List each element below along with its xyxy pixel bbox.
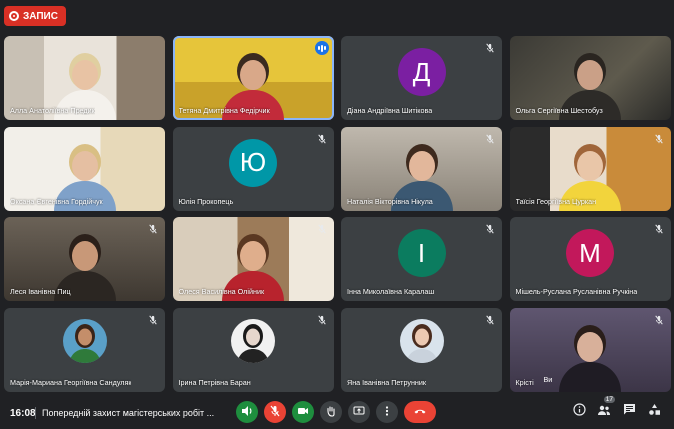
mic-off-icon bbox=[484, 133, 496, 145]
speaker-icon bbox=[241, 405, 253, 420]
mic-off-icon bbox=[316, 133, 328, 145]
mic-toggle-button[interactable] bbox=[264, 401, 286, 423]
self-view-label: Ви bbox=[543, 374, 553, 384]
speaking-indicator-icon bbox=[314, 41, 329, 55]
recording-badge[interactable]: ЗАПИС bbox=[4, 6, 66, 26]
mic-off-icon bbox=[653, 133, 665, 145]
hand-icon bbox=[325, 405, 337, 420]
participant-tile[interactable]: Леся Іванівна Пиц bbox=[4, 217, 165, 301]
participant-tile[interactable]: Ольга Сергіївна Шестобуз bbox=[509, 36, 671, 120]
present-button[interactable] bbox=[348, 401, 370, 423]
participant-avatar: Ю bbox=[229, 138, 277, 187]
participant-name: Крісті bbox=[515, 377, 534, 387]
chat-icon bbox=[623, 403, 636, 419]
record-icon bbox=[9, 11, 19, 21]
divider bbox=[35, 407, 36, 419]
mic-off-icon bbox=[316, 314, 328, 326]
recording-label: ЗАПИС bbox=[23, 10, 58, 22]
participant-name: Інна Миколаївна Каралаш bbox=[347, 287, 435, 296]
participant-photo-avatar bbox=[231, 319, 275, 364]
participant-tile[interactable]: І Інна Миколаївна Каралаш bbox=[341, 217, 502, 301]
participant-tile[interactable]: Марія-Мариана Георгіївна Сандуляк bbox=[4, 307, 165, 392]
participant-tile[interactable]: Тетяна Дмитрівна Федірчик bbox=[172, 36, 334, 120]
info-icon bbox=[572, 403, 586, 419]
participant-name: Олеся Василівна Олійник bbox=[178, 287, 265, 296]
mic-off-icon bbox=[484, 223, 496, 235]
participant-name: Леся Іванівна Пиц bbox=[10, 287, 71, 296]
activities-button[interactable] bbox=[646, 403, 662, 419]
mic-off-icon bbox=[269, 405, 281, 420]
bottom-toolbar: 16:08 Попередній захист магістерських ро… bbox=[0, 396, 674, 429]
participant-name: Алла Анатоліївна Предик bbox=[10, 106, 95, 115]
participant-avatar: І bbox=[397, 229, 446, 278]
mic-off-icon bbox=[147, 314, 159, 326]
mic-off-icon bbox=[653, 223, 665, 235]
participant-name: Мішель-Руслана Русланівна Ручкіна bbox=[515, 287, 638, 296]
participant-tile[interactable]: Алла Анатоліївна Предик bbox=[4, 36, 165, 120]
people-icon bbox=[597, 404, 611, 419]
call-controls bbox=[236, 401, 436, 423]
people-button[interactable]: 17 bbox=[596, 396, 615, 419]
mic-off-icon bbox=[484, 314, 496, 326]
clock: 16:08 bbox=[10, 407, 36, 419]
participant-name: Ольга Сергіївна Шестобуз bbox=[515, 106, 603, 115]
participant-photo-avatar bbox=[399, 319, 444, 364]
participant-tile[interactable]: Д Діана Андріївна Шитікова bbox=[341, 36, 502, 120]
side-panel-icons: 17 bbox=[571, 396, 662, 419]
participant-photo-avatar bbox=[62, 319, 107, 364]
raise-hand-button[interactable] bbox=[320, 401, 342, 423]
participant-name: Тетяна Дмитрівна Федірчик bbox=[178, 106, 270, 115]
chat-button[interactable] bbox=[621, 403, 637, 419]
activities-icon bbox=[648, 403, 661, 419]
mic-off-icon bbox=[653, 314, 665, 326]
participant-name: Марія-Мариана Георгіївна Сандуляк bbox=[10, 377, 132, 387]
participant-video bbox=[555, 328, 625, 392]
participant-tile[interactable]: Таїсія Георгіївна Цуркан bbox=[509, 126, 671, 211]
present-screen-icon bbox=[353, 405, 365, 420]
leave-call-button[interactable] bbox=[404, 401, 436, 423]
participant-name: Оксана Євгенівна Гордійчук bbox=[10, 196, 103, 206]
more-options-button[interactable] bbox=[376, 401, 398, 423]
people-count-badge: 17 bbox=[603, 396, 615, 403]
participant-tile[interactable]: Ірина Петрівна Баран bbox=[172, 307, 334, 392]
mic-off-icon bbox=[147, 223, 159, 235]
participant-avatar: М bbox=[566, 229, 614, 278]
speaker-button[interactable] bbox=[236, 401, 258, 423]
participant-name: Юлія Прокопець bbox=[178, 196, 234, 206]
camera-toggle-button[interactable] bbox=[292, 401, 314, 423]
hang-up-icon bbox=[413, 405, 427, 420]
camera-icon bbox=[297, 405, 309, 420]
info-button[interactable] bbox=[571, 403, 587, 419]
participant-tile[interactable]: Яна Іванівна Петрунник bbox=[341, 307, 502, 392]
mic-off-icon bbox=[484, 42, 496, 54]
participant-name: Ірина Петрівна Баран bbox=[178, 377, 251, 387]
participant-tile[interactable]: Наталія Вікторівна Нікула bbox=[341, 126, 502, 211]
participant-name: Діана Андріївна Шитікова bbox=[347, 106, 433, 115]
participant-grid: Алла Анатоліївна Предик Тетяна Дмитрівна … bbox=[4, 36, 671, 392]
meeting-title[interactable]: Попередній захист магістерських робіт ..… bbox=[42, 408, 214, 418]
participant-name: Таїсія Георгіївна Цуркан bbox=[515, 196, 597, 206]
participant-tile[interactable]: Ви Крісті bbox=[509, 307, 671, 392]
participant-name: Наталія Вікторівна Нікула bbox=[347, 196, 433, 206]
more-vert-icon bbox=[381, 405, 393, 420]
participant-tile[interactable]: Олеся Василівна Олійник bbox=[172, 217, 334, 301]
mic-off-icon bbox=[316, 223, 328, 235]
participant-tile[interactable]: М Мішель-Руслана Русланівна Ручкіна bbox=[509, 217, 671, 301]
participant-tile[interactable]: Оксана Євгенівна Гордійчук bbox=[4, 126, 165, 211]
participant-name: Яна Іванівна Петрунник bbox=[347, 377, 427, 387]
participant-tile[interactable]: Ю Юлія Прокопець bbox=[172, 126, 334, 211]
participant-avatar: Д bbox=[397, 48, 446, 97]
